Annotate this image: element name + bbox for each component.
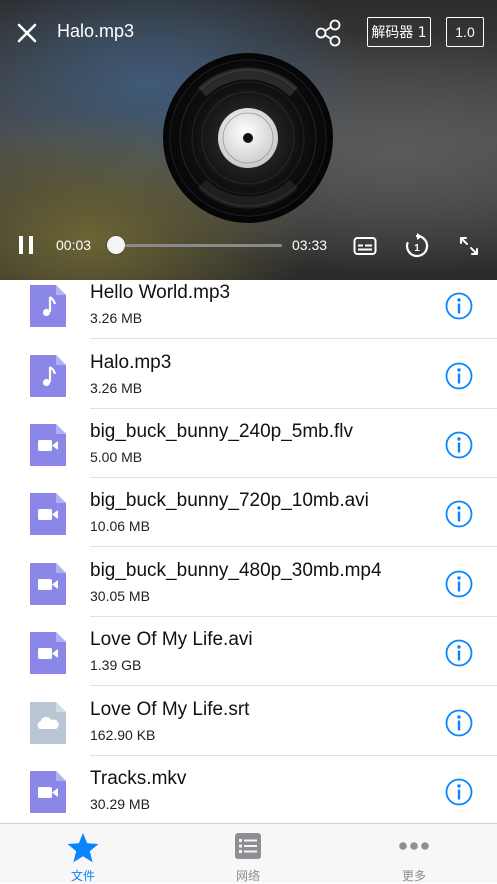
file-size: 3.26 MB — [90, 310, 143, 326]
tab-label: 文件 — [70, 869, 95, 883]
file-name: Tracks.mkv — [90, 768, 187, 789]
file-list: Hello World.mp3 3.26 MB Halo.mp3 3.26 MB… — [0, 280, 497, 823]
info-icon[interactable] — [445, 639, 473, 667]
tab-label: 更多 — [401, 869, 426, 883]
file-row[interactable]: big_buck_bunny_720p_10mb.avi 10.06 MB — [0, 478, 497, 547]
seek-knob[interactable] — [107, 236, 125, 254]
info-icon[interactable] — [445, 362, 473, 390]
file-row[interactable]: Tracks.mkv 30.29 MB — [0, 756, 497, 823]
audio-file-icon — [30, 355, 66, 397]
file-row[interactable]: Love Of My Life.srt 162.90 KB — [0, 687, 497, 756]
tab-bar: 文件 网络 更多 — [0, 823, 497, 883]
pause-icon[interactable] — [17, 234, 35, 256]
file-row[interactable]: Halo.mp3 3.26 MB — [0, 340, 497, 409]
file-row[interactable]: Love Of My Life.avi 1.39 GB — [0, 617, 497, 686]
file-name: big_buck_bunny_480p_30mb.mp4 — [90, 560, 382, 581]
info-icon[interactable] — [445, 570, 473, 598]
video-file-icon — [30, 563, 66, 605]
tab-label: 网络 — [235, 869, 260, 883]
fullscreen-icon[interactable] — [458, 235, 480, 257]
share-icon[interactable] — [314, 19, 342, 47]
more-icon — [399, 842, 429, 850]
svg-text:1: 1 — [414, 243, 420, 254]
file-size: 30.05 MB — [90, 588, 150, 604]
info-icon[interactable] — [445, 709, 473, 737]
current-time: 00:03 — [56, 237, 92, 253]
player-controls: 00:03 03:33 1 — [0, 225, 497, 267]
seek-bar[interactable] — [114, 244, 282, 247]
info-icon[interactable] — [445, 292, 473, 320]
file-size: 5.00 MB — [90, 449, 143, 465]
cloud-file-icon — [30, 702, 66, 744]
file-name: Halo.mp3 — [90, 352, 172, 373]
file-size: 162.90 KB — [90, 727, 156, 743]
decoder-button[interactable]: 解码器 1 — [367, 17, 431, 47]
file-name: Hello World.mp3 — [90, 282, 231, 303]
replay-icon[interactable]: 1 — [403, 232, 431, 260]
file-size: 1.39 GB — [90, 657, 142, 673]
tab-network[interactable]: 网络 — [188, 824, 308, 884]
info-icon[interactable] — [445, 778, 473, 806]
media-player: Halo.mp3 解码器 1 1.0 00:03 03:33 1 — [0, 0, 497, 280]
file-row[interactable]: big_buck_bunny_240p_5mb.flv 5.00 MB — [0, 409, 497, 478]
video-file-icon — [30, 424, 66, 466]
row-divider — [90, 338, 497, 339]
row-divider — [90, 685, 497, 686]
row-divider — [90, 546, 497, 547]
player-title: Halo.mp3 — [57, 21, 135, 41]
tab-more[interactable]: 更多 — [354, 824, 474, 884]
subtitle-icon[interactable] — [353, 235, 377, 257]
file-row[interactable]: big_buck_bunny_480p_30mb.mp4 30.05 MB — [0, 548, 497, 617]
file-size: 30.29 MB — [90, 796, 150, 812]
file-name: big_buck_bunny_240p_5mb.flv — [90, 421, 354, 442]
playback-speed-button[interactable]: 1.0 — [446, 17, 484, 47]
video-file-icon — [30, 632, 66, 674]
file-size: 3.26 MB — [90, 380, 143, 396]
video-file-icon — [30, 493, 66, 535]
file-row[interactable]: Hello World.mp3 3.26 MB — [0, 280, 497, 339]
video-file-icon — [30, 771, 66, 813]
info-icon[interactable] — [445, 431, 473, 459]
file-name: big_buck_bunny_720p_10mb.avi — [90, 490, 369, 511]
file-name: Love Of My Life.avi — [90, 629, 253, 650]
file-name: Love Of My Life.srt — [90, 699, 250, 720]
total-time: 03:33 — [292, 237, 328, 253]
star-icon — [67, 833, 99, 863]
audio-file-icon — [30, 285, 66, 327]
list-icon — [235, 833, 261, 859]
info-icon[interactable] — [445, 500, 473, 528]
tab-files[interactable]: 文件 — [23, 824, 143, 884]
file-size: 10.06 MB — [90, 518, 150, 534]
close-icon[interactable] — [14, 20, 40, 46]
vinyl-disc-artwork — [163, 53, 333, 223]
